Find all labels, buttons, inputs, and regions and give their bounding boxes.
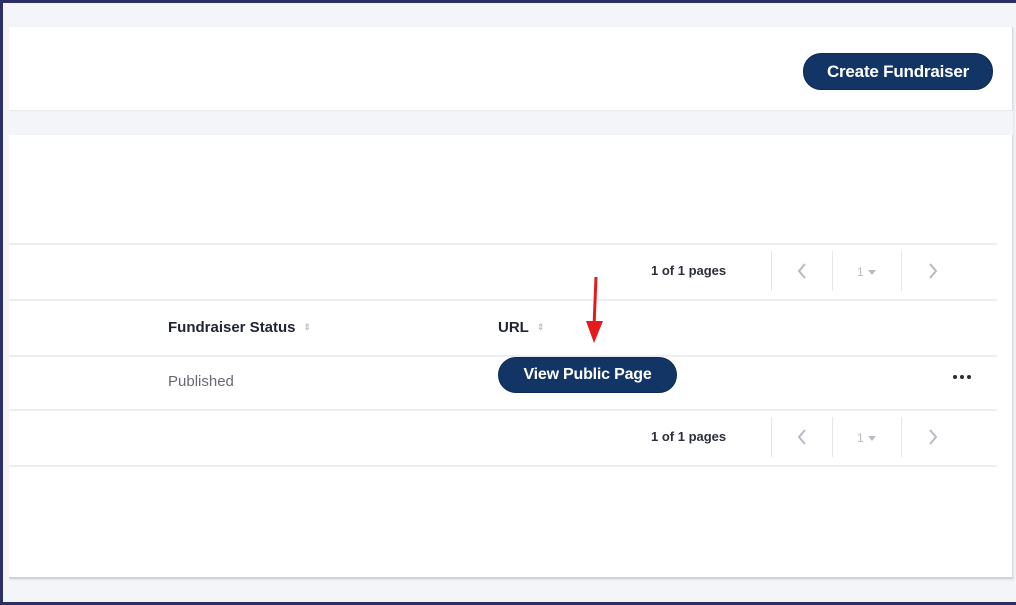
chevron-left-icon bbox=[797, 429, 806, 445]
pager-label: 1 of 1 pages bbox=[651, 263, 727, 278]
divider bbox=[9, 299, 997, 301]
prev-page-button[interactable] bbox=[782, 251, 822, 291]
fundraiser-card: Create Fundraiser 1 of 1 pages 1 Fundrai… bbox=[9, 27, 1013, 579]
status-cell: Published bbox=[168, 373, 234, 390]
caret-down-icon bbox=[867, 435, 876, 441]
page-select[interactable]: 1 bbox=[857, 265, 876, 279]
pager-top: 1 of 1 pages 1 bbox=[9, 245, 997, 299]
prev-page-button[interactable] bbox=[782, 417, 822, 457]
column-header-label: URL bbox=[498, 319, 529, 336]
next-page-button[interactable] bbox=[913, 251, 953, 291]
divider bbox=[832, 417, 833, 457]
column-header-status[interactable]: Fundraiser Status ⇕ bbox=[168, 319, 311, 336]
view-public-page-button[interactable]: View Public Page bbox=[498, 357, 677, 393]
sort-icon: ⇕ bbox=[303, 322, 312, 332]
section-divider bbox=[9, 111, 1013, 135]
arrow-down-icon bbox=[586, 276, 603, 343]
caret-down-icon bbox=[867, 269, 876, 275]
page-number: 1 bbox=[857, 431, 864, 445]
app-frame: Create Fundraiser 1 of 1 pages 1 Fundrai… bbox=[0, 0, 1016, 605]
divider bbox=[9, 355, 997, 357]
column-header-url[interactable]: URL ⇕ bbox=[498, 319, 544, 336]
more-options-icon[interactable] bbox=[953, 373, 973, 381]
divider bbox=[901, 417, 902, 457]
divider bbox=[771, 251, 772, 291]
create-fundraiser-button[interactable]: Create Fundraiser bbox=[803, 53, 993, 90]
card-header: Create Fundraiser bbox=[9, 27, 1012, 111]
divider bbox=[901, 251, 902, 291]
chevron-right-icon bbox=[929, 263, 938, 279]
page-select[interactable]: 1 bbox=[857, 431, 876, 445]
next-page-button[interactable] bbox=[913, 417, 953, 457]
column-header-label: Fundraiser Status bbox=[168, 319, 296, 336]
divider bbox=[832, 251, 833, 291]
page-number: 1 bbox=[857, 265, 864, 279]
pager-bottom: 1 of 1 pages 1 bbox=[9, 411, 997, 465]
divider bbox=[9, 465, 997, 467]
sort-icon: ⇕ bbox=[536, 322, 545, 332]
chevron-right-icon bbox=[929, 429, 938, 445]
table-panel: 1 of 1 pages 1 Fundraiser Status ⇕ URL ⇕… bbox=[9, 135, 997, 549]
top-strip bbox=[3, 3, 1016, 27]
footer-band bbox=[3, 581, 1016, 602]
divider bbox=[771, 417, 772, 457]
chevron-left-icon bbox=[797, 263, 806, 279]
pager-label: 1 of 1 pages bbox=[651, 429, 727, 444]
